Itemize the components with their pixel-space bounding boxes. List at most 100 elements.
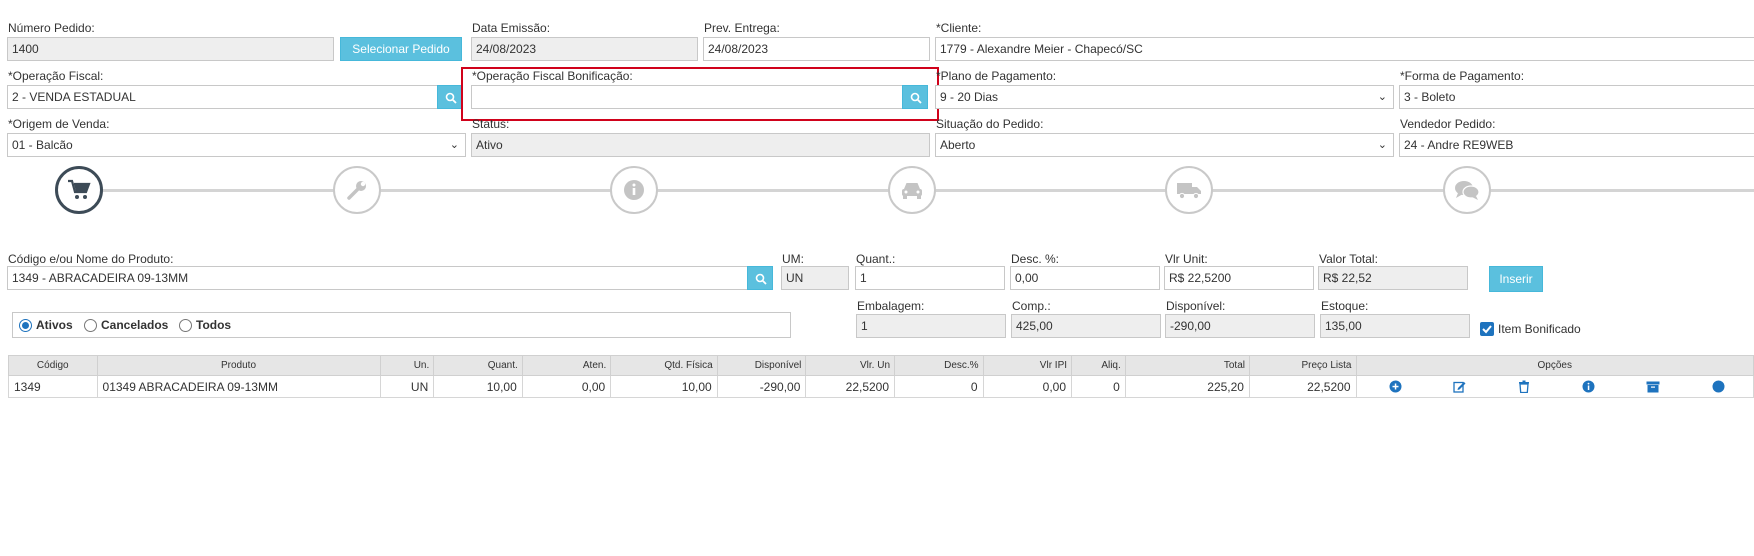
produto-search-button[interactable] bbox=[747, 266, 773, 290]
data-emissao-label: Data Emissão: bbox=[472, 21, 551, 35]
disponivel-field: -290,00 bbox=[1165, 314, 1315, 338]
status-label: Status: bbox=[472, 117, 510, 131]
cell-quant: 10,00 bbox=[433, 375, 523, 398]
col-header-produto[interactable]: Produto bbox=[96, 355, 381, 376]
comp-field: 425,00 bbox=[1011, 314, 1161, 338]
operacao-bonificacao-search-button[interactable] bbox=[902, 85, 928, 109]
cell-preco-lista: 22,5200 bbox=[1248, 375, 1357, 398]
radio-ativos[interactable]: Ativos bbox=[19, 318, 73, 332]
radio-circle-icon bbox=[84, 318, 97, 332]
radio-ativos-label: Ativos bbox=[36, 318, 73, 332]
search-icon bbox=[445, 92, 457, 104]
step-truck[interactable] bbox=[1165, 166, 1213, 214]
cliente-label: *Cliente: bbox=[936, 21, 982, 35]
step-cart[interactable] bbox=[55, 166, 103, 214]
operacao-fiscal-search-button[interactable] bbox=[437, 85, 463, 109]
radio-todos[interactable]: Todos bbox=[179, 318, 231, 332]
desc-field[interactable]: 0,00 bbox=[1010, 266, 1160, 290]
item-bonificado-checkbox[interactable] bbox=[1480, 322, 1494, 336]
operacao-bonificacao-field[interactable] bbox=[471, 85, 903, 109]
forma-pagamento-select[interactable]: 3 - Boleto bbox=[1399, 85, 1754, 109]
cell-aten: 0,00 bbox=[521, 375, 612, 398]
col-header-opcoes: Opções bbox=[1355, 355, 1754, 376]
data-emissao-field: 24/08/2023 bbox=[471, 37, 698, 61]
comp-label: Comp.: bbox=[1012, 299, 1051, 313]
col-header-disponivel[interactable]: Disponível bbox=[716, 355, 807, 376]
status-field: Ativo bbox=[471, 133, 930, 157]
origem-venda-value: 01 - Balcão bbox=[12, 138, 73, 152]
truck-icon bbox=[1177, 183, 1201, 200]
step-wrench[interactable] bbox=[333, 166, 381, 214]
col-header-total[interactable]: Total bbox=[1124, 355, 1250, 376]
more-icon[interactable] bbox=[1712, 380, 1725, 393]
step-car[interactable] bbox=[888, 166, 936, 214]
check-icon bbox=[1482, 325, 1492, 334]
vendedor-pedido-label: Vendedor Pedido: bbox=[1400, 117, 1496, 131]
col-header-desc[interactable]: Desc.% bbox=[894, 355, 984, 376]
vendedor-pedido-field[interactable]: 24 - Andre RE9WEB bbox=[1399, 133, 1754, 157]
cell-produto: 01349 ABRACADEIRA 09-13MM bbox=[96, 375, 381, 398]
col-header-qtd-fisica[interactable]: Qtd. Física bbox=[610, 355, 718, 376]
col-header-aten[interactable]: Aten. bbox=[521, 355, 612, 376]
embalagem-field: 1 bbox=[856, 314, 1006, 338]
numero-pedido-label: Número Pedido: bbox=[8, 21, 95, 35]
vlr-unit-field[interactable]: R$ 22,5200 bbox=[1164, 266, 1314, 290]
info-circle-icon[interactable] bbox=[1582, 380, 1595, 393]
chevron-down-icon: ⌄ bbox=[1377, 91, 1387, 103]
inserir-button[interactable]: Inserir bbox=[1489, 266, 1543, 292]
items-table: Código Produto Un. Quant. Aten. Qtd. Fís… bbox=[8, 355, 1754, 398]
col-header-vlr-ipi[interactable]: Vlr IPI bbox=[982, 355, 1073, 376]
col-header-un[interactable]: Un. bbox=[379, 355, 435, 376]
situacao-pedido-value: Aberto bbox=[940, 138, 976, 152]
cart-icon bbox=[68, 179, 91, 199]
radio-circle-icon bbox=[19, 318, 32, 332]
desc-label: Desc. %: bbox=[1011, 252, 1060, 266]
col-header-quant[interactable]: Quant. bbox=[433, 355, 523, 376]
cell-vlr-ipi: 0,00 bbox=[982, 375, 1073, 398]
situacao-pedido-select[interactable]: Aberto ⌄ bbox=[935, 133, 1394, 157]
produto-field[interactable]: 1349 - ABRACADEIRA 09-13MM bbox=[7, 266, 748, 290]
edit-icon[interactable] bbox=[1453, 380, 1466, 393]
situacao-pedido-label: Situação do Pedido: bbox=[936, 117, 1044, 131]
plano-pagamento-value: 9 - 20 Dias bbox=[940, 90, 999, 104]
prev-entrega-field[interactable]: 24/08/2023 bbox=[703, 37, 930, 61]
archive-icon[interactable] bbox=[1646, 381, 1660, 393]
status-filter-group: Ativos Cancelados Todos bbox=[12, 312, 791, 338]
radio-cancelados-label: Cancelados bbox=[101, 318, 169, 332]
col-header-codigo[interactable]: Código bbox=[8, 355, 98, 376]
col-header-preco-lista[interactable]: Preço Lista bbox=[1248, 355, 1357, 376]
col-header-vlr-un[interactable]: Vlr. Un bbox=[805, 355, 896, 376]
step-info[interactable] bbox=[610, 166, 658, 214]
cell-desc: 0 bbox=[894, 375, 984, 398]
cell-disponivel: -290,00 bbox=[716, 375, 807, 398]
origem-venda-select[interactable]: 01 - Balcão ⌄ bbox=[7, 133, 466, 157]
cell-vlr-un: 22,5200 bbox=[805, 375, 896, 398]
plano-pagamento-select[interactable]: 9 - 20 Dias ⌄ bbox=[935, 85, 1394, 109]
um-field: UN bbox=[781, 266, 849, 290]
operacao-fiscal-label: *Operação Fiscal: bbox=[8, 69, 104, 83]
vlr-unit-label: Vlr Unit: bbox=[1165, 252, 1208, 266]
quant-field[interactable]: 1 bbox=[855, 266, 1005, 290]
estoque-label: Estoque: bbox=[1321, 299, 1369, 313]
wrench-icon bbox=[347, 181, 366, 200]
selecionar-pedido-button[interactable]: Selecionar Pedido bbox=[340, 37, 462, 61]
col-header-aliq[interactable]: Aliq. bbox=[1071, 355, 1126, 376]
radio-cancelados[interactable]: Cancelados bbox=[84, 318, 168, 332]
chevron-down-icon: ⌄ bbox=[449, 139, 459, 151]
numero-pedido-field[interactable]: 1400 bbox=[7, 37, 334, 61]
item-bonificado-label: Item Bonificado bbox=[1498, 322, 1581, 336]
cell-un: UN bbox=[379, 375, 435, 398]
cliente-field[interactable]: 1779 - Alexandre Meier - Chapecó/SC bbox=[935, 37, 1754, 61]
table-row[interactable]: 1349 01349 ABRACADEIRA 09-13MM UN 10,00 … bbox=[8, 375, 1754, 398]
cell-total: 225,20 bbox=[1124, 375, 1250, 398]
trash-icon[interactable] bbox=[1518, 380, 1530, 393]
plano-pagamento-label: *Plano de Pagamento: bbox=[936, 69, 1057, 83]
operacao-fiscal-field[interactable]: 2 - VENDA ESTADUAL bbox=[7, 85, 438, 109]
cell-qtd-fisica: 10,00 bbox=[610, 375, 718, 398]
step-chat[interactable] bbox=[1443, 166, 1491, 214]
plus-circle-icon[interactable] bbox=[1389, 380, 1402, 393]
radio-circle-icon bbox=[179, 318, 192, 332]
search-icon bbox=[755, 273, 767, 285]
cell-aliq: 0 bbox=[1071, 375, 1126, 398]
origem-venda-label: *Origem de Venda: bbox=[8, 117, 110, 131]
